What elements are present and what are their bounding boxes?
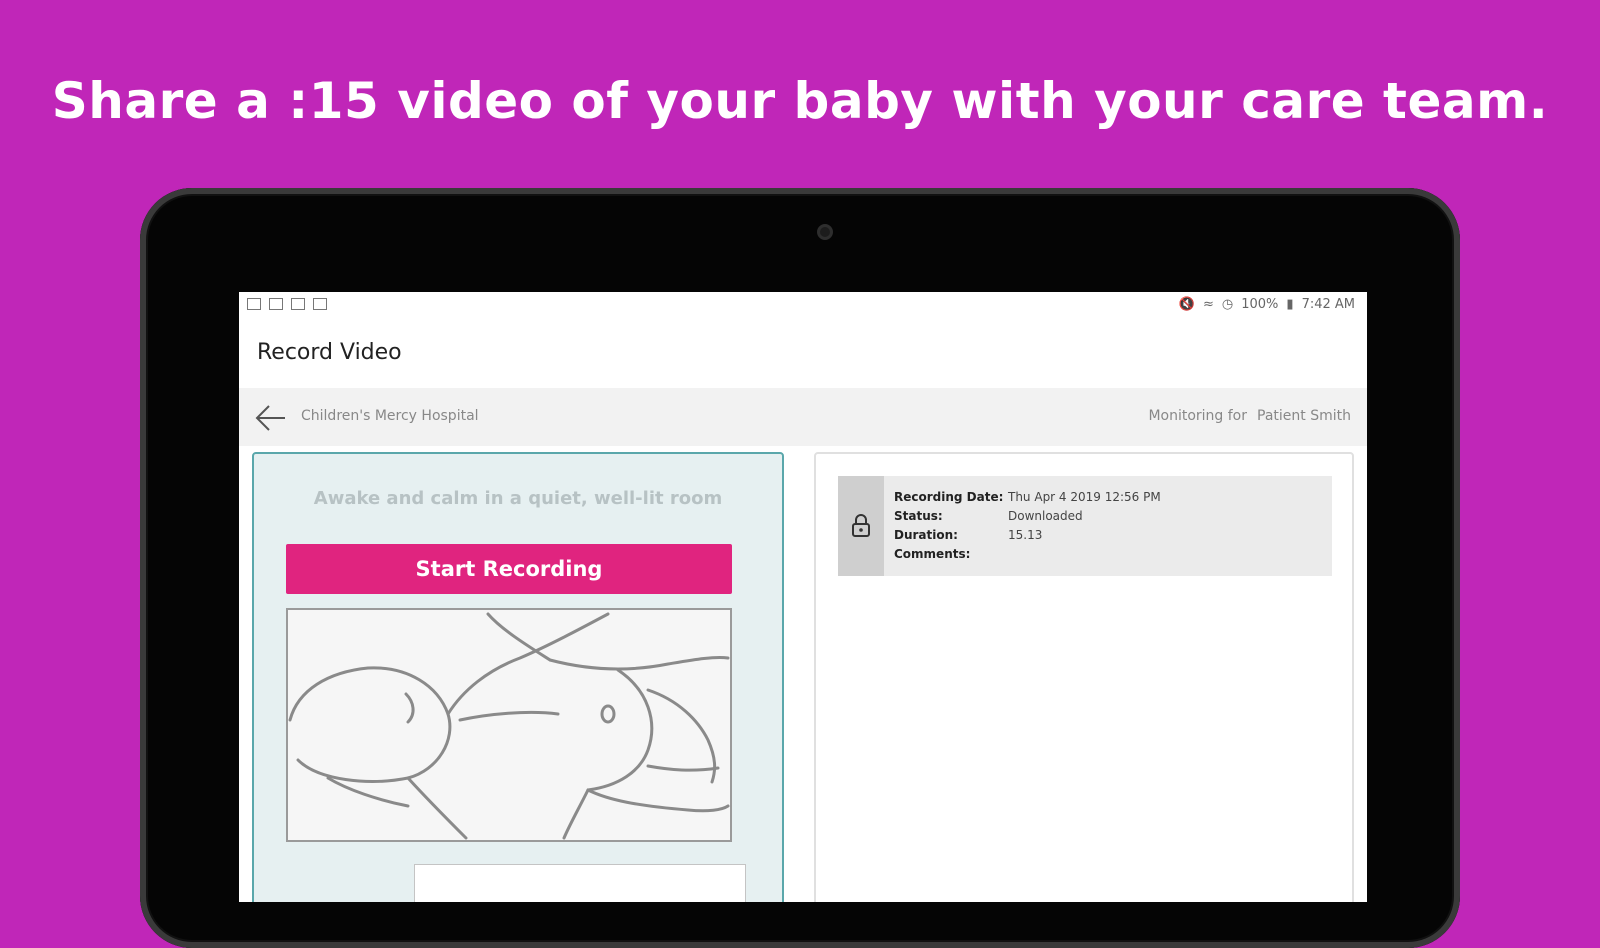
app-bar: Record Video	[239, 320, 1367, 388]
baby-outline-illustration	[288, 612, 730, 840]
notification-icon	[313, 298, 327, 310]
page-title: Record Video	[257, 340, 402, 365]
lock-cell	[838, 476, 884, 576]
duration-label: Duration:	[894, 528, 958, 542]
status-value: Downloaded	[1008, 509, 1083, 523]
monitoring-label: Monitoring for	[1148, 408, 1248, 424]
recording-date-label: Recording Date:	[894, 490, 1004, 504]
recording-labels: Recording Date: Status: Duration: Commen…	[894, 488, 1003, 564]
clock: 7:42 AM	[1301, 297, 1355, 312]
recording-date-value: Thu Apr 4 2019 12:56 PM	[1008, 490, 1161, 504]
alarm-icon: ◷	[1221, 297, 1234, 312]
notification-icon	[247, 298, 261, 310]
camera-icon	[817, 224, 833, 240]
tablet-screen: 🔇 ≈ ◷ 100% ▮ 7:42 AM Record Video Childr…	[239, 292, 1367, 902]
context-bar: Children's Mercy Hospital Monitoring for…	[239, 388, 1367, 446]
hospital-name: Children's Mercy Hospital	[301, 408, 479, 424]
status-bar: 🔇 ≈ ◷ 100% ▮ 7:42 AM	[239, 292, 1367, 320]
recording-values: Thu Apr 4 2019 12:56 PM Downloaded 15.13	[1008, 488, 1161, 545]
bottom-input-field[interactable]	[414, 864, 746, 902]
mute-icon: 🔇	[1178, 297, 1195, 312]
monitoring-info: Monitoring for Patient Smith	[1148, 408, 1351, 424]
patient-name: Patient Smith	[1257, 408, 1351, 424]
comments-label: Comments:	[894, 547, 971, 561]
notification-icon	[269, 298, 283, 310]
promo-headline: Share a :15 video of your baby with your…	[51, 72, 1549, 130]
system-status: 🔇 ≈ ◷ 100% ▮ 7:42 AM	[1179, 297, 1355, 312]
lock-icon	[852, 514, 870, 537]
back-arrow-icon[interactable]	[253, 404, 289, 432]
record-panel: Awake and calm in a quiet, well-lit room…	[252, 452, 784, 902]
baby-illustration	[286, 608, 732, 842]
recordings-panel: Recording Date: Status: Duration: Commen…	[814, 452, 1354, 902]
notification-icon	[291, 298, 305, 310]
recording-card[interactable]: Recording Date: Status: Duration: Commen…	[838, 476, 1332, 576]
status-label: Status:	[894, 509, 943, 523]
battery-percent: 100%	[1241, 297, 1279, 312]
duration-value: 15.13	[1008, 528, 1043, 542]
battery-icon: ▮	[1286, 297, 1294, 312]
wifi-icon: ≈	[1202, 297, 1214, 312]
start-recording-button[interactable]: Start Recording	[286, 544, 732, 594]
recording-hint: Awake and calm in a quiet, well-lit room	[313, 488, 723, 509]
notification-icons	[247, 298, 327, 310]
